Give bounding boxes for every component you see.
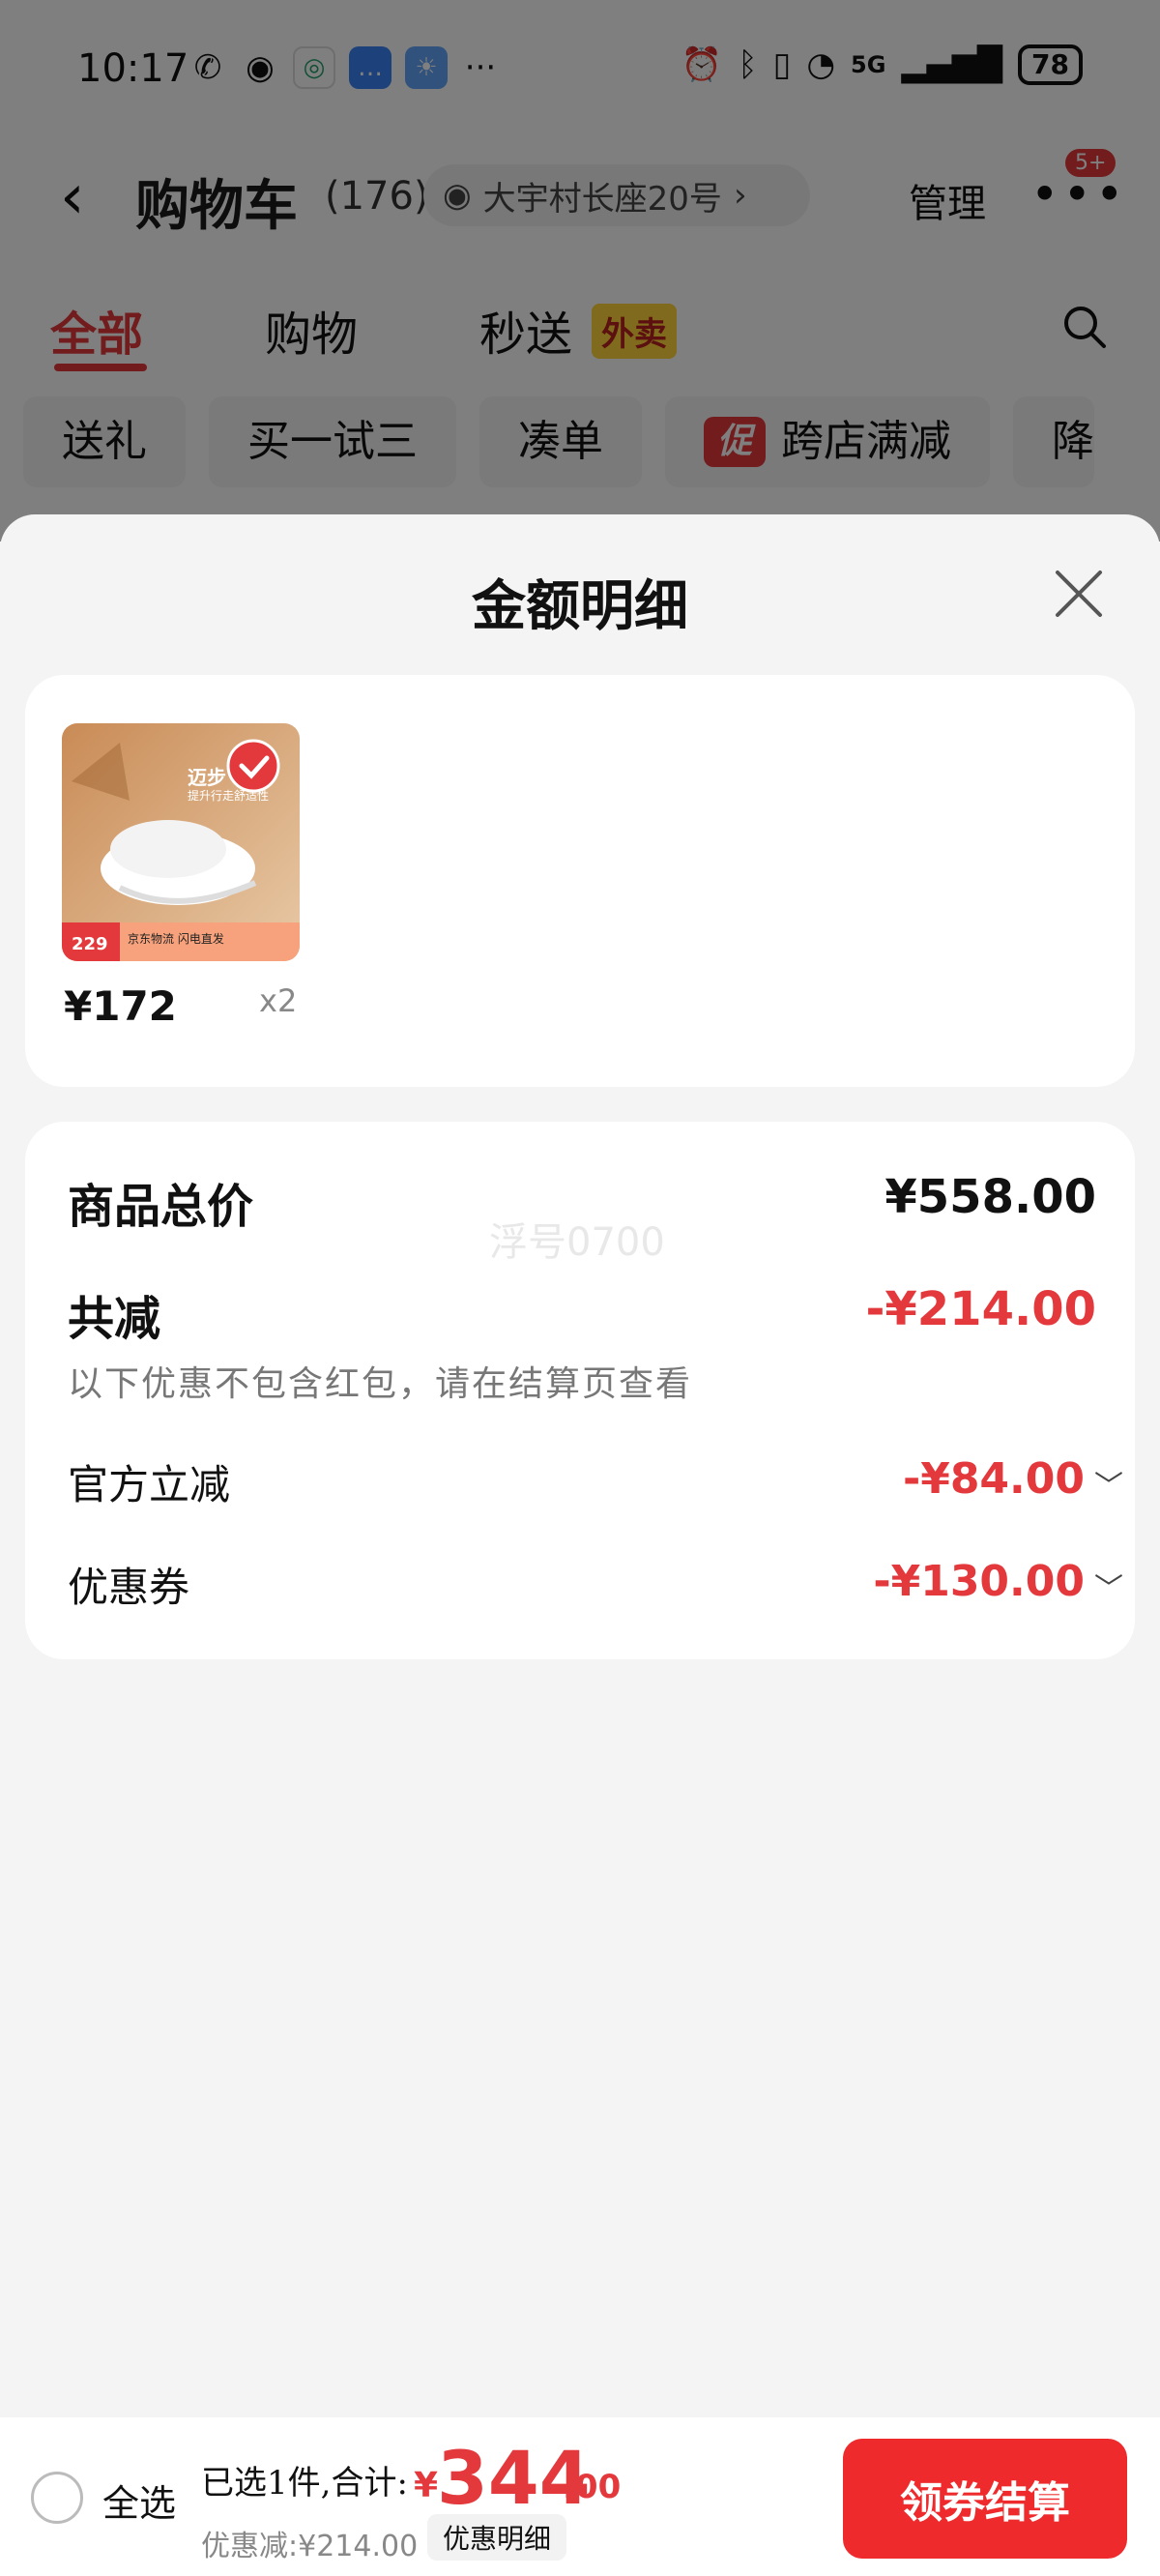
- thumbnail-subline: 提升行走舒适性: [188, 789, 270, 803]
- reduction-note: 以下优惠不包含红包，请在结算页查看: [68, 1364, 693, 1404]
- total-reduction-label: 共减: [68, 1292, 161, 1346]
- official-discount-value: -¥84.00: [902, 1454, 1085, 1504]
- sheet-title: 金额明细: [472, 574, 688, 638]
- close-icon[interactable]: [1052, 567, 1106, 621]
- chevron-down-icon: ﹀: [1094, 1572, 1123, 1606]
- product-quantity: x2: [259, 982, 298, 1019]
- product-thumbnail[interactable]: 迈步 提升行走舒适性 229 京东物流 闪电直发: [62, 723, 300, 961]
- watermark: 浮号0700: [489, 1220, 665, 1265]
- total-amount-decimal: .00: [563, 2468, 622, 2506]
- discount-summary: 优惠减:¥214.00: [201, 2530, 419, 2563]
- total-reduction-value: -¥214.00: [865, 1282, 1096, 1336]
- discount-detail-button[interactable]: 优惠明细: [427, 2514, 567, 2561]
- checkout-bar: 全选 已选1件,合计: ¥ 344 .00 优惠减:¥214.00 优惠明细 领…: [0, 2417, 1160, 2576]
- checkout-button[interactable]: 领券结算: [843, 2439, 1127, 2559]
- thumbnail-headline: 迈步: [188, 766, 226, 789]
- coupon-value: -¥130.00: [873, 1557, 1085, 1606]
- total-currency: ¥: [414, 2466, 439, 2505]
- chevron-down-icon: ﹀: [1094, 1470, 1123, 1504]
- total-price-label: 商品总价: [68, 1180, 254, 1234]
- coupon-label: 优惠券: [68, 1564, 190, 1611]
- selected-summary: 已选1件,合计:: [201, 2464, 408, 2503]
- official-discount-label: 官方立减: [68, 1461, 231, 1508]
- select-all-checkbox[interactable]: [31, 2472, 83, 2524]
- select-all-label[interactable]: 全选: [102, 2474, 176, 2527]
- thumbnail-price-badge: 229: [72, 934, 108, 954]
- product-price: ¥172: [64, 982, 177, 1030]
- price-summary-card: 浮号0700 商品总价 ¥558.00 共减 -¥214.00 以下优惠不包含红…: [25, 1122, 1135, 1659]
- total-price-value: ¥558.00: [884, 1170, 1096, 1224]
- modal-overlay[interactable]: [0, 0, 1160, 542]
- thumbnail-shipping: 京东物流 闪电直发: [128, 932, 224, 946]
- goods-card: 迈步 提升行走舒适性 229 京东物流 闪电直发 ¥172 x2: [25, 675, 1135, 1087]
- amount-detail-sheet: 金额明细 迈步 提升行走舒适性 229 京东物流 闪电直发 ¥172 x2 浮号…: [0, 514, 1160, 2576]
